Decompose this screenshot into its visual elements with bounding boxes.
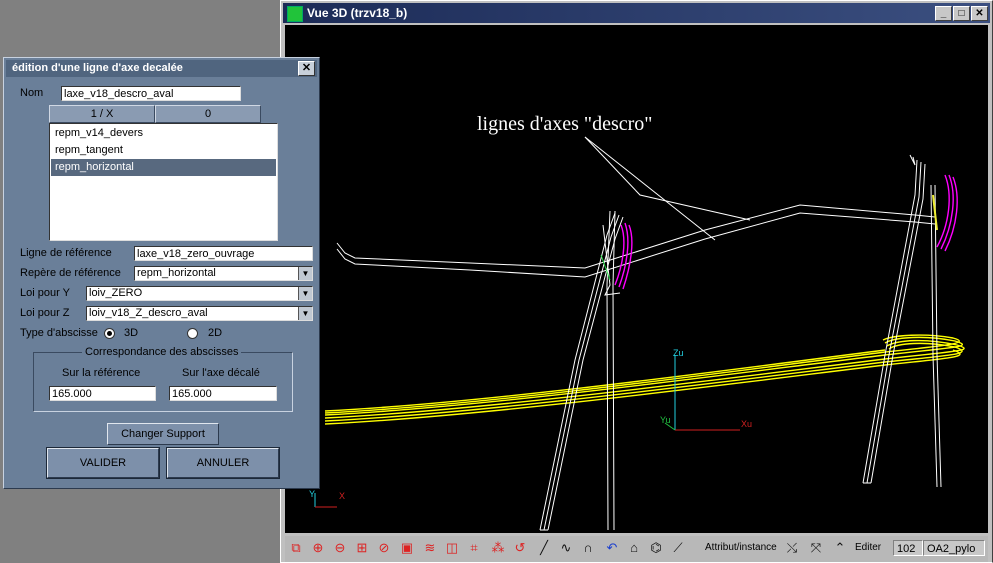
small-y-axis-label: Y: [309, 489, 316, 499]
repere-list[interactable]: repm_v14_devers repm_tangent repm_horizo…: [49, 123, 278, 241]
minimize-button[interactable]: _: [935, 6, 952, 21]
zoom-in-icon[interactable]: ⊕: [309, 539, 327, 557]
axis-gizmo: [664, 355, 740, 431]
rotate-icon[interactable]: ↺: [511, 539, 529, 557]
loi-y-select[interactable]: loiv_ZERO ▼: [86, 286, 313, 301]
curve-icon[interactable]: ∿: [557, 539, 575, 557]
annotation-label: lignes d'axes "descro": [477, 113, 653, 135]
layer-number-field[interactable]: 102: [893, 540, 923, 556]
app-icon: [287, 6, 303, 22]
changer-support-button[interactable]: Changer Support: [107, 423, 219, 445]
correspondance-group: [33, 352, 293, 412]
radio-3d[interactable]: [104, 328, 115, 339]
ligne-reference-label: Ligne de référence: [20, 247, 112, 259]
attribut-instance-label[interactable]: Attribut/instance: [705, 542, 777, 553]
type-abscisse-label: Type d'abscisse: [20, 327, 98, 339]
right-pylon-highlight: [936, 174, 958, 252]
scene-drawing: [314, 136, 965, 531]
zoom-all-icon[interactable]: ⊞: [353, 539, 371, 557]
small-x-axis-label: X: [339, 491, 346, 501]
layer-name-field[interactable]: OA2_pylo: [923, 540, 985, 556]
polyline-icon[interactable]: ⌂: [625, 539, 643, 557]
loi-z-select[interactable]: loiv_v18_Z_descro_aval ▼: [86, 306, 313, 321]
annuler-button[interactable]: ANNULER: [166, 447, 280, 479]
y-axis-label: Yu: [660, 415, 671, 425]
arc-icon[interactable]: ∩: [579, 539, 597, 557]
maximize-button[interactable]: □: [953, 6, 970, 21]
z-axis-label: Zu: [673, 348, 684, 358]
zoom-window-icon[interactable]: ⧉: [287, 539, 305, 557]
zoom-previous-icon[interactable]: ⊘: [375, 539, 393, 557]
list-item[interactable]: repm_tangent: [51, 142, 276, 159]
radio-3d-label[interactable]: 3D: [124, 327, 138, 339]
view-toolbar: ⧉ ⊕ ⊖ ⊞ ⊘ ▣ ≋ ◫ ⌗ ⁂ ↺ ╱ ∿ ∩ ↶ ⌂ ⌬ ⟋ Attr…: [285, 536, 988, 562]
sur-reference-label: Sur la référence: [62, 367, 141, 379]
3d-view-titlebar[interactable]: Vue 3D (trzv18_b) _ □ ✕: [283, 3, 990, 23]
repere-reference-select[interactable]: repm_horizontal ▼: [134, 266, 313, 281]
zoom-out-icon[interactable]: ⊖: [331, 539, 349, 557]
loi-z-label: Loi pour Z: [20, 307, 70, 319]
small-axis-gizmo: [314, 493, 337, 508]
chevron-down-icon[interactable]: ▼: [298, 307, 312, 320]
list-item-selected[interactable]: repm_horizontal: [51, 159, 276, 176]
loi-y-label: Loi pour Y: [20, 287, 70, 299]
repere-reference-value: repm_horizontal: [137, 267, 216, 279]
fit-view-icon[interactable]: ▣: [398, 539, 416, 557]
close-button[interactable]: ✕: [971, 6, 988, 21]
repere-reference-label: Repère de référence: [20, 267, 121, 279]
left-pylon: [539, 210, 624, 531]
chevron-down-icon[interactable]: ▼: [298, 287, 312, 300]
x-axis-label: Xu: [741, 419, 753, 429]
list-item[interactable]: repm_v14_devers: [51, 125, 276, 142]
nom-input[interactable]: laxe_v18_descro_aval: [61, 86, 241, 101]
loi-z-value: loiv_v18_Z_descro_aval: [89, 307, 208, 319]
select-icon[interactable]: ⌗: [465, 539, 483, 557]
snap-icon[interactable]: ⁂: [489, 539, 507, 557]
pan-icon[interactable]: ◫: [443, 539, 461, 557]
nom-label: Nom: [20, 87, 44, 99]
attribute-tool-3-icon[interactable]: ⌃: [831, 539, 849, 557]
editer-label[interactable]: Editer: [855, 542, 881, 553]
measure-icon[interactable]: ⟋: [669, 539, 687, 557]
attribute-tool-2-icon[interactable]: ⤧: [807, 539, 825, 557]
radio-2d[interactable]: [187, 328, 198, 339]
correspondance-group-title: Correspondance des abscisses: [82, 346, 242, 358]
sur-axe-decale-input[interactable]: 165.000: [169, 386, 277, 401]
yellow-road-band: [324, 334, 965, 425]
polygon-icon[interactable]: ⌬: [647, 539, 665, 557]
attribute-tool-1-icon[interactable]: ⤯: [783, 539, 801, 557]
line-icon[interactable]: ╱: [535, 539, 553, 557]
layers-icon[interactable]: ≋: [421, 539, 439, 557]
3d-view-title: Vue 3D (trzv18_b): [307, 6, 408, 20]
loi-y-value: loiv_ZERO: [89, 287, 143, 299]
dialog-titlebar[interactable]: édition d'une ligne d'axe decalée ✕: [6, 60, 317, 77]
column-header-0[interactable]: 0: [155, 105, 261, 123]
column-header-1x[interactable]: 1 / X: [49, 105, 155, 123]
right-pylon: [862, 154, 942, 488]
sur-axe-decale-label: Sur l'axe décalé: [182, 367, 260, 379]
chevron-down-icon[interactable]: ▼: [298, 267, 312, 280]
dialog-title: édition d'une ligne d'axe decalée: [12, 62, 183, 74]
3d-view-window: Vue 3D (trzv18_b) _ □ ✕ lignes d'axes "d…: [280, 0, 993, 563]
radio-2d-label[interactable]: 2D: [208, 327, 222, 339]
dialog-close-button[interactable]: ✕: [298, 61, 315, 76]
3d-viewport[interactable]: lignes d'axes "descro" Zu Yu Xu Y X: [285, 25, 988, 533]
profile-lines: [336, 136, 936, 278]
ligne-reference-input[interactable]: laxe_v18_zero_ouvrage: [134, 246, 313, 261]
edit-offset-axis-dialog: édition d'une ligne d'axe decalée ✕ Nom …: [3, 57, 320, 489]
valider-button[interactable]: VALIDER: [46, 447, 160, 479]
sur-reference-input[interactable]: 165.000: [49, 386, 156, 401]
undo-icon[interactable]: ↶: [603, 539, 621, 557]
